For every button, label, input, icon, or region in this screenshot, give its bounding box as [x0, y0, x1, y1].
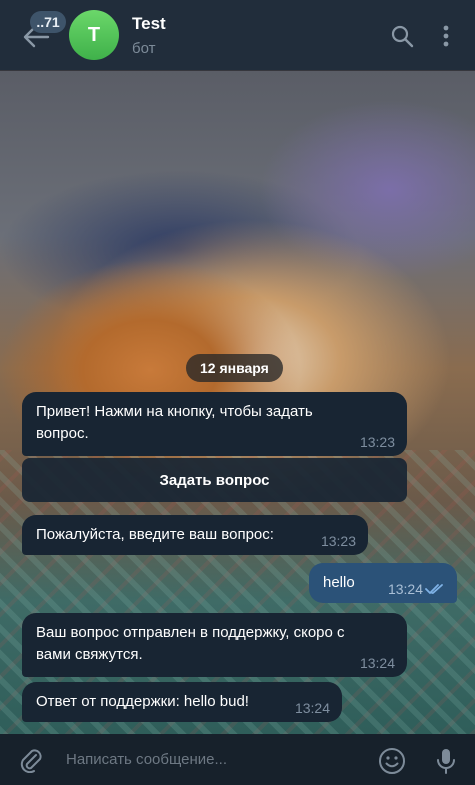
message-text: Привет! Нажми на кнопку, чтобы задать во…	[36, 403, 313, 442]
message-text: Пожалуйста, введите ваш вопрос:	[36, 526, 274, 543]
message-time: 13:23	[359, 434, 395, 450]
message-time: 13:24	[294, 700, 330, 716]
message-bubble-incoming[interactable]: Привет! Нажми на кнопку, чтобы задать во…	[22, 392, 407, 456]
ask-question-button[interactable]: Задать вопрос	[22, 458, 407, 502]
double-check-icon	[425, 584, 443, 594]
chat-title[interactable]: Test	[132, 14, 166, 34]
message-text: Ваш вопрос отправлен в поддержку, скоро …	[36, 624, 345, 663]
avatar-letter: T	[87, 23, 101, 46]
message-input[interactable]: Написать сообщение...	[66, 751, 227, 768]
unread-count-badge[interactable]: ..71	[30, 11, 66, 33]
smile-icon[interactable]	[378, 747, 406, 775]
message-bubble-outgoing[interactable]: hello 13:24	[309, 563, 457, 603]
message-time: 13:24	[387, 581, 423, 597]
message-input-bar: Написать сообщение...	[0, 734, 475, 785]
message-time: 13:24	[359, 655, 395, 671]
microphone-icon[interactable]	[435, 747, 457, 775]
message-bubble-incoming[interactable]: Ваш вопрос отправлен в поддержку, скоро …	[22, 613, 407, 677]
chat-subtitle: бот	[132, 40, 156, 57]
message-time: 13:23	[320, 533, 356, 549]
avatar[interactable]: T	[69, 10, 119, 60]
message-bubble-incoming[interactable]: Пожалуйста, введите ваш вопрос: 13:23	[22, 515, 368, 555]
message-text: Ответ от поддержки: hello bud!	[36, 693, 249, 710]
paperclip-icon[interactable]	[18, 747, 44, 773]
search-icon[interactable]	[390, 24, 414, 48]
date-separator: 12 января	[186, 354, 283, 382]
more-vertical-icon[interactable]	[440, 24, 452, 48]
chat-header: ..71 T Test бот	[0, 0, 475, 70]
message-bubble-incoming[interactable]: Ответ от поддержки: hello bud! 13:24	[22, 682, 342, 722]
